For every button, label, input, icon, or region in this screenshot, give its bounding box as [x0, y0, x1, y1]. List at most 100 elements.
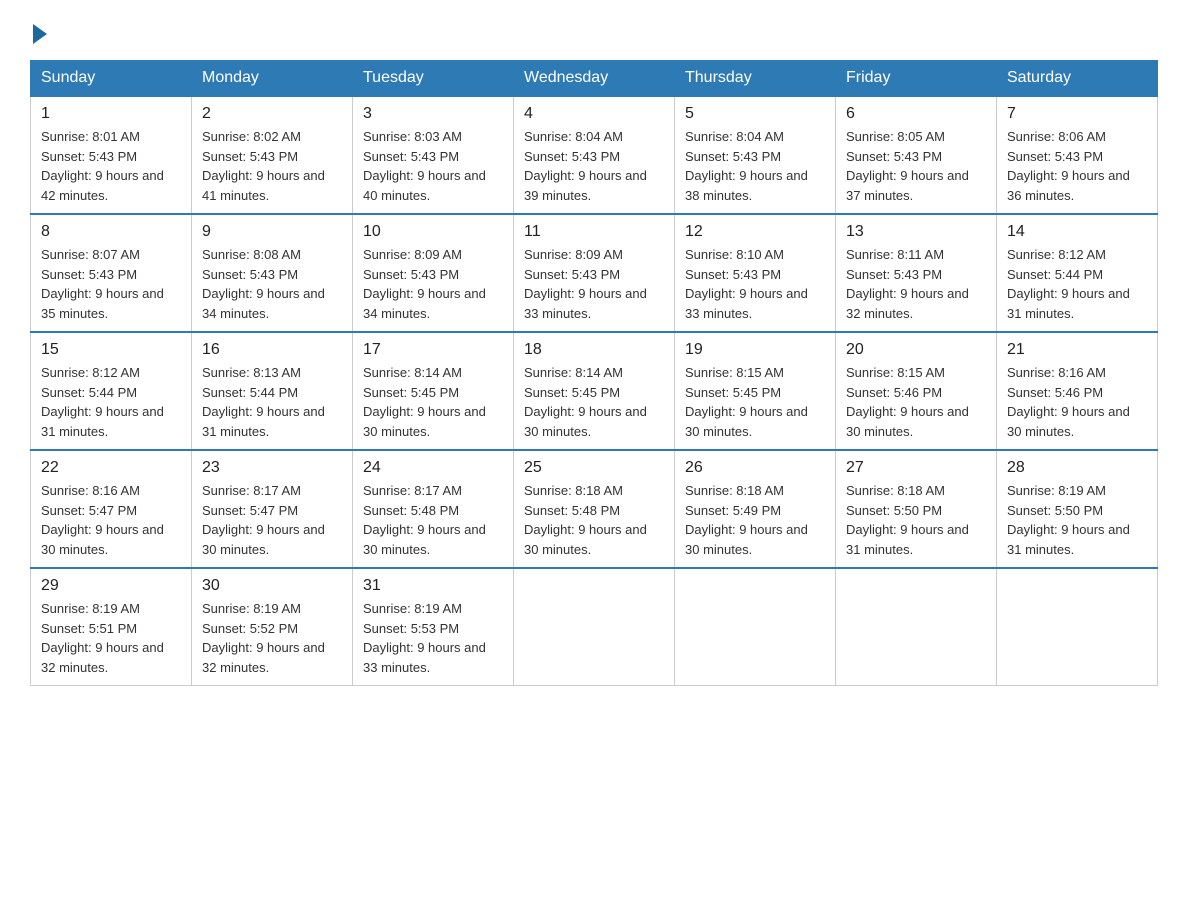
day-info: Sunrise: 8:15 AMSunset: 5:45 PMDaylight:… — [685, 363, 825, 441]
day-cell: 9 Sunrise: 8:08 AMSunset: 5:43 PMDayligh… — [192, 214, 353, 332]
day-cell: 6 Sunrise: 8:05 AMSunset: 5:43 PMDayligh… — [836, 96, 997, 214]
day-info: Sunrise: 8:15 AMSunset: 5:46 PMDaylight:… — [846, 363, 986, 441]
day-cell: 29 Sunrise: 8:19 AMSunset: 5:51 PMDaylig… — [31, 568, 192, 686]
weekday-header-row: SundayMondayTuesdayWednesdayThursdayFrid… — [31, 61, 1158, 97]
day-number: 27 — [846, 459, 986, 477]
day-cell: 1 Sunrise: 8:01 AMSunset: 5:43 PMDayligh… — [31, 96, 192, 214]
day-cell: 27 Sunrise: 8:18 AMSunset: 5:50 PMDaylig… — [836, 450, 997, 568]
day-info: Sunrise: 8:03 AMSunset: 5:43 PMDaylight:… — [363, 127, 503, 205]
day-cell: 23 Sunrise: 8:17 AMSunset: 5:47 PMDaylig… — [192, 450, 353, 568]
day-info: Sunrise: 8:11 AMSunset: 5:43 PMDaylight:… — [846, 245, 986, 323]
day-info: Sunrise: 8:18 AMSunset: 5:50 PMDaylight:… — [846, 481, 986, 559]
day-number: 15 — [41, 341, 181, 359]
day-number: 12 — [685, 223, 825, 241]
day-number: 6 — [846, 105, 986, 123]
day-number: 21 — [1007, 341, 1147, 359]
day-number: 10 — [363, 223, 503, 241]
day-number: 20 — [846, 341, 986, 359]
week-row-3: 15 Sunrise: 8:12 AMSunset: 5:44 PMDaylig… — [31, 332, 1158, 450]
day-number: 29 — [41, 577, 181, 595]
day-number: 23 — [202, 459, 342, 477]
day-cell: 16 Sunrise: 8:13 AMSunset: 5:44 PMDaylig… — [192, 332, 353, 450]
day-cell: 7 Sunrise: 8:06 AMSunset: 5:43 PMDayligh… — [997, 96, 1158, 214]
weekday-header-sunday: Sunday — [31, 61, 192, 97]
day-number: 17 — [363, 341, 503, 359]
day-info: Sunrise: 8:14 AMSunset: 5:45 PMDaylight:… — [363, 363, 503, 441]
day-info: Sunrise: 8:19 AMSunset: 5:53 PMDaylight:… — [363, 599, 503, 677]
day-cell — [836, 568, 997, 686]
day-cell: 22 Sunrise: 8:16 AMSunset: 5:47 PMDaylig… — [31, 450, 192, 568]
day-cell: 10 Sunrise: 8:09 AMSunset: 5:43 PMDaylig… — [353, 214, 514, 332]
page-header — [30, 20, 1158, 40]
day-cell: 11 Sunrise: 8:09 AMSunset: 5:43 PMDaylig… — [514, 214, 675, 332]
day-cell: 31 Sunrise: 8:19 AMSunset: 5:53 PMDaylig… — [353, 568, 514, 686]
weekday-header-friday: Friday — [836, 61, 997, 97]
day-cell: 18 Sunrise: 8:14 AMSunset: 5:45 PMDaylig… — [514, 332, 675, 450]
day-cell: 13 Sunrise: 8:11 AMSunset: 5:43 PMDaylig… — [836, 214, 997, 332]
day-info: Sunrise: 8:16 AMSunset: 5:47 PMDaylight:… — [41, 481, 181, 559]
day-number: 11 — [524, 223, 664, 241]
day-info: Sunrise: 8:19 AMSunset: 5:50 PMDaylight:… — [1007, 481, 1147, 559]
day-cell: 20 Sunrise: 8:15 AMSunset: 5:46 PMDaylig… — [836, 332, 997, 450]
day-info: Sunrise: 8:12 AMSunset: 5:44 PMDaylight:… — [1007, 245, 1147, 323]
day-number: 16 — [202, 341, 342, 359]
day-cell: 21 Sunrise: 8:16 AMSunset: 5:46 PMDaylig… — [997, 332, 1158, 450]
logo-arrow-icon — [33, 24, 47, 44]
weekday-header-wednesday: Wednesday — [514, 61, 675, 97]
day-number: 9 — [202, 223, 342, 241]
week-row-1: 1 Sunrise: 8:01 AMSunset: 5:43 PMDayligh… — [31, 96, 1158, 214]
day-info: Sunrise: 8:02 AMSunset: 5:43 PMDaylight:… — [202, 127, 342, 205]
day-info: Sunrise: 8:12 AMSunset: 5:44 PMDaylight:… — [41, 363, 181, 441]
weekday-header-saturday: Saturday — [997, 61, 1158, 97]
day-info: Sunrise: 8:14 AMSunset: 5:45 PMDaylight:… — [524, 363, 664, 441]
day-number: 8 — [41, 223, 181, 241]
day-number: 31 — [363, 577, 503, 595]
day-info: Sunrise: 8:19 AMSunset: 5:52 PMDaylight:… — [202, 599, 342, 677]
day-cell — [997, 568, 1158, 686]
day-cell: 19 Sunrise: 8:15 AMSunset: 5:45 PMDaylig… — [675, 332, 836, 450]
day-cell: 28 Sunrise: 8:19 AMSunset: 5:50 PMDaylig… — [997, 450, 1158, 568]
day-info: Sunrise: 8:01 AMSunset: 5:43 PMDaylight:… — [41, 127, 181, 205]
week-row-4: 22 Sunrise: 8:16 AMSunset: 5:47 PMDaylig… — [31, 450, 1158, 568]
day-number: 25 — [524, 459, 664, 477]
day-number: 18 — [524, 341, 664, 359]
day-info: Sunrise: 8:17 AMSunset: 5:48 PMDaylight:… — [363, 481, 503, 559]
day-number: 14 — [1007, 223, 1147, 241]
day-info: Sunrise: 8:09 AMSunset: 5:43 PMDaylight:… — [363, 245, 503, 323]
day-cell: 3 Sunrise: 8:03 AMSunset: 5:43 PMDayligh… — [353, 96, 514, 214]
logo — [30, 20, 47, 40]
day-number: 5 — [685, 105, 825, 123]
day-info: Sunrise: 8:18 AMSunset: 5:49 PMDaylight:… — [685, 481, 825, 559]
day-info: Sunrise: 8:13 AMSunset: 5:44 PMDaylight:… — [202, 363, 342, 441]
day-info: Sunrise: 8:08 AMSunset: 5:43 PMDaylight:… — [202, 245, 342, 323]
day-number: 1 — [41, 105, 181, 123]
day-cell: 14 Sunrise: 8:12 AMSunset: 5:44 PMDaylig… — [997, 214, 1158, 332]
day-info: Sunrise: 8:17 AMSunset: 5:47 PMDaylight:… — [202, 481, 342, 559]
day-number: 2 — [202, 105, 342, 123]
day-cell: 17 Sunrise: 8:14 AMSunset: 5:45 PMDaylig… — [353, 332, 514, 450]
week-row-2: 8 Sunrise: 8:07 AMSunset: 5:43 PMDayligh… — [31, 214, 1158, 332]
day-cell: 26 Sunrise: 8:18 AMSunset: 5:49 PMDaylig… — [675, 450, 836, 568]
day-info: Sunrise: 8:05 AMSunset: 5:43 PMDaylight:… — [846, 127, 986, 205]
day-number: 4 — [524, 105, 664, 123]
day-info: Sunrise: 8:10 AMSunset: 5:43 PMDaylight:… — [685, 245, 825, 323]
day-cell: 2 Sunrise: 8:02 AMSunset: 5:43 PMDayligh… — [192, 96, 353, 214]
day-cell: 8 Sunrise: 8:07 AMSunset: 5:43 PMDayligh… — [31, 214, 192, 332]
weekday-header-monday: Monday — [192, 61, 353, 97]
day-info: Sunrise: 8:04 AMSunset: 5:43 PMDaylight:… — [685, 127, 825, 205]
day-cell: 4 Sunrise: 8:04 AMSunset: 5:43 PMDayligh… — [514, 96, 675, 214]
day-number: 7 — [1007, 105, 1147, 123]
day-info: Sunrise: 8:18 AMSunset: 5:48 PMDaylight:… — [524, 481, 664, 559]
week-row-5: 29 Sunrise: 8:19 AMSunset: 5:51 PMDaylig… — [31, 568, 1158, 686]
day-info: Sunrise: 8:07 AMSunset: 5:43 PMDaylight:… — [41, 245, 181, 323]
day-cell: 5 Sunrise: 8:04 AMSunset: 5:43 PMDayligh… — [675, 96, 836, 214]
day-cell: 24 Sunrise: 8:17 AMSunset: 5:48 PMDaylig… — [353, 450, 514, 568]
day-cell — [675, 568, 836, 686]
day-cell: 12 Sunrise: 8:10 AMSunset: 5:43 PMDaylig… — [675, 214, 836, 332]
day-number: 28 — [1007, 459, 1147, 477]
weekday-header-tuesday: Tuesday — [353, 61, 514, 97]
day-number: 30 — [202, 577, 342, 595]
day-info: Sunrise: 8:19 AMSunset: 5:51 PMDaylight:… — [41, 599, 181, 677]
day-number: 3 — [363, 105, 503, 123]
day-info: Sunrise: 8:16 AMSunset: 5:46 PMDaylight:… — [1007, 363, 1147, 441]
